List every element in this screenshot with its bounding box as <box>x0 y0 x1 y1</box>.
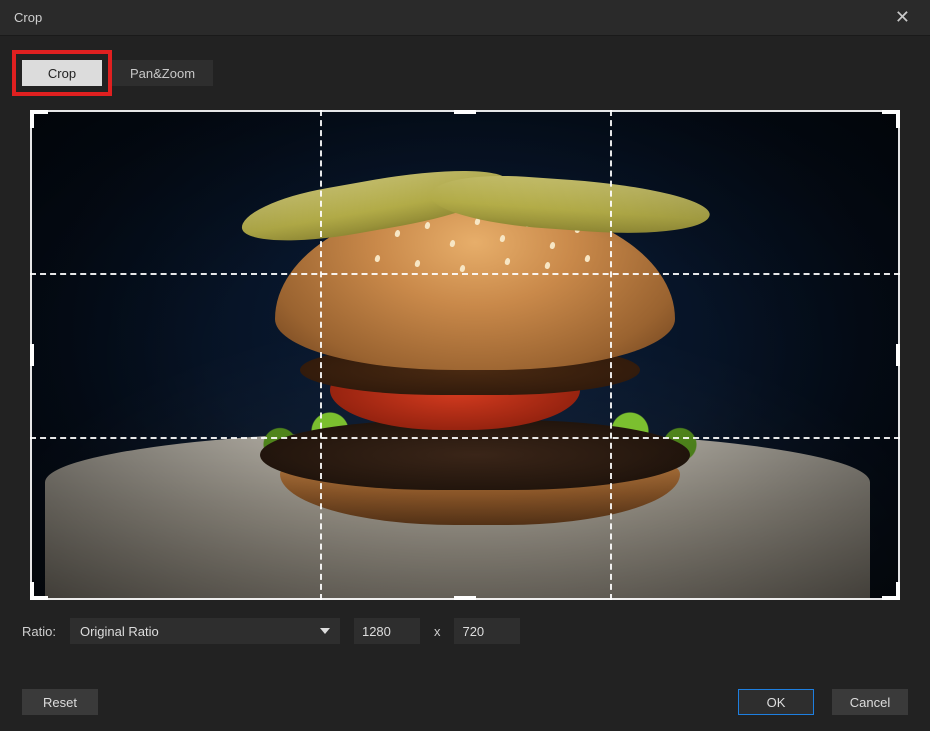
crop-preview[interactable] <box>30 110 900 600</box>
tabs-row: Crop Pan&Zoom <box>0 36 930 110</box>
window-title: Crop <box>14 10 42 25</box>
reset-button[interactable]: Reset <box>22 689 98 715</box>
width-input[interactable]: 1280 <box>354 618 420 644</box>
height-input[interactable]: 720 <box>454 618 520 644</box>
ok-button[interactable]: OK <box>738 689 814 715</box>
dialog-footer: Reset OK Cancel <box>0 689 930 715</box>
highlight-box: Crop <box>12 50 112 96</box>
tab-crop[interactable]: Crop <box>22 60 102 86</box>
close-icon[interactable]: ✕ <box>889 7 916 28</box>
ratio-select[interactable]: Original Ratio <box>70 618 340 644</box>
ratio-label: Ratio: <box>22 624 56 639</box>
titlebar: Crop ✕ <box>0 0 930 36</box>
cancel-button[interactable]: Cancel <box>832 689 908 715</box>
dimension-separator: x <box>434 624 441 639</box>
ratio-select-value: Original Ratio <box>80 624 159 639</box>
ratio-controls: Ratio: Original Ratio 1280 x 720 <box>0 600 930 644</box>
tab-panzoom[interactable]: Pan&Zoom <box>112 60 213 86</box>
chevron-down-icon <box>320 628 330 634</box>
